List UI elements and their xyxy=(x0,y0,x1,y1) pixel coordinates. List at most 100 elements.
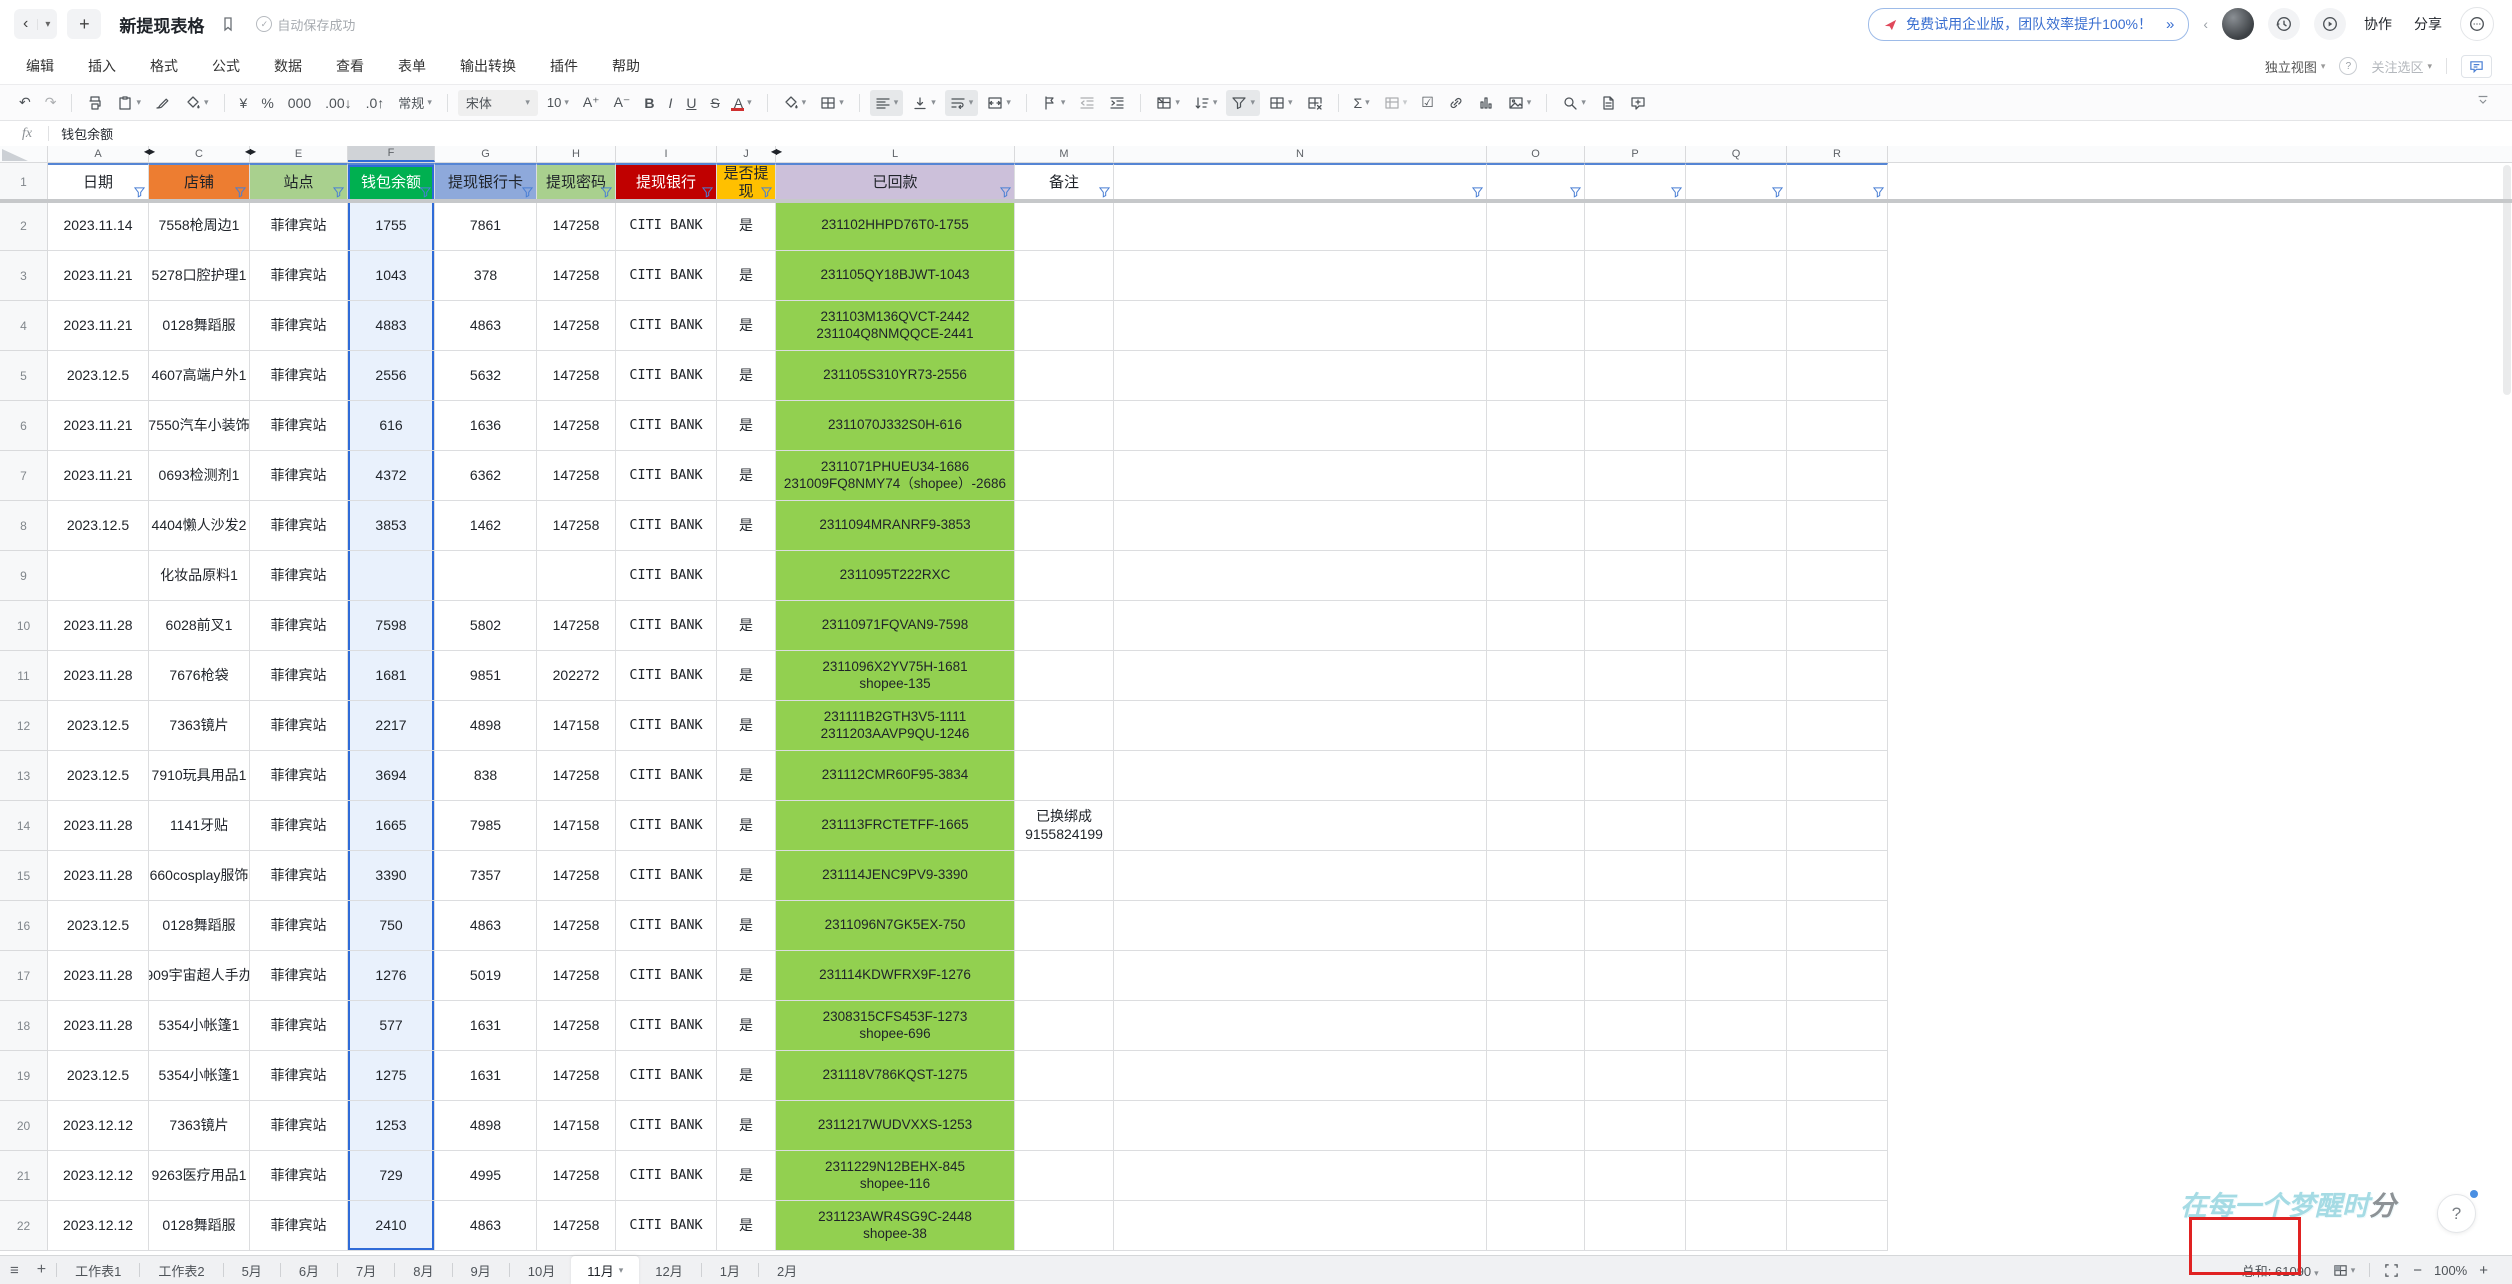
row-header-8[interactable]: 8 xyxy=(0,501,48,551)
cell-J16[interactable]: 是 xyxy=(717,901,776,951)
history-button[interactable] xyxy=(2268,8,2300,40)
cell-G18[interactable]: 1631 xyxy=(435,1001,537,1051)
cell-E10[interactable]: 菲律宾站 xyxy=(250,601,348,651)
cell-I20[interactable]: CITI BANK xyxy=(616,1101,717,1151)
cell-M20[interactable] xyxy=(1015,1101,1114,1151)
cell-F10[interactable]: 7598 xyxy=(348,601,435,651)
cell-E18[interactable]: 菲律宾站 xyxy=(250,1001,348,1051)
cell-J9[interactable] xyxy=(717,551,776,601)
cell-F2[interactable]: 1755 xyxy=(348,201,435,251)
cell-F5[interactable]: 2556 xyxy=(348,351,435,401)
cell-Q21[interactable] xyxy=(1686,1151,1787,1201)
cell-P14[interactable] xyxy=(1585,801,1686,851)
row-header-19[interactable]: 19 xyxy=(0,1051,48,1101)
add-comment-icon[interactable] xyxy=(1625,90,1651,116)
row-header-7[interactable]: 7 xyxy=(0,451,48,501)
cell-L5[interactable]: 231105S310YR73-2556 xyxy=(776,351,1015,401)
cell-C21[interactable]: 9263医疗用品1 xyxy=(149,1151,250,1201)
menu-格式[interactable]: 格式 xyxy=(150,56,178,76)
help-tip-icon[interactable]: ? xyxy=(2339,57,2358,75)
cell-C6[interactable]: 7550汽车小装饰 xyxy=(149,401,250,451)
cell-I5[interactable]: CITI BANK xyxy=(616,351,717,401)
cell-I9[interactable]: CITI BANK xyxy=(616,551,717,601)
cell-J13[interactable]: 是 xyxy=(717,751,776,801)
font-size-select[interactable]: 10 ▾ xyxy=(542,90,574,116)
cell-H9[interactable] xyxy=(537,551,616,601)
sheet-tab-工作表1[interactable]: 工作表1 xyxy=(59,1256,137,1284)
back-caret-icon[interactable]: ▾ xyxy=(37,18,57,30)
cell-H20[interactable]: 147158 xyxy=(537,1101,616,1151)
cell-G16[interactable]: 4863 xyxy=(435,901,537,951)
cell-E14[interactable]: 菲律宾站 xyxy=(250,801,348,851)
cell-H15[interactable]: 147258 xyxy=(537,851,616,901)
sheet-tab-7月[interactable]: 7月 xyxy=(340,1256,392,1284)
cell-J5[interactable]: 是 xyxy=(717,351,776,401)
cell-I8[interactable]: CITI BANK xyxy=(616,501,717,551)
cell-Q16[interactable] xyxy=(1686,901,1787,951)
cell-I18[interactable]: CITI BANK xyxy=(616,1001,717,1051)
column-header-L[interactable]: L xyxy=(776,146,1015,162)
cell-O11[interactable] xyxy=(1487,651,1585,701)
cell-N14[interactable] xyxy=(1114,801,1487,851)
cell-A14[interactable]: 2023.11.28 xyxy=(48,801,149,851)
cell-O5[interactable] xyxy=(1487,351,1585,401)
cell-R19[interactable] xyxy=(1787,1051,1888,1101)
cell-G4[interactable]: 4863 xyxy=(435,301,537,351)
cell-L9[interactable]: 2311095T222RXC xyxy=(776,551,1015,601)
column-header-Q[interactable]: Q xyxy=(1686,146,1787,162)
comment-panel-button[interactable] xyxy=(2461,54,2492,78)
cell-O12[interactable] xyxy=(1487,701,1585,751)
back-icon[interactable]: ‹ xyxy=(14,15,37,33)
indent-icon[interactable] xyxy=(1104,90,1130,116)
cell-N12[interactable] xyxy=(1114,701,1487,751)
fill-color-icon[interactable]: ▾ xyxy=(778,90,812,116)
sheet-tab-9月[interactable]: 9月 xyxy=(455,1256,507,1284)
cell-G15[interactable]: 7357 xyxy=(435,851,537,901)
cell-J21[interactable]: 是 xyxy=(717,1151,776,1201)
zoom-out-button[interactable]: − xyxy=(2413,1262,2422,1279)
cell-C13[interactable]: 7910玩具用品1 xyxy=(149,751,250,801)
cell-J12[interactable]: 是 xyxy=(717,701,776,751)
cell-O9[interactable] xyxy=(1487,551,1585,601)
cell-R17[interactable] xyxy=(1787,951,1888,1001)
sheet-tab-8月[interactable]: 8月 xyxy=(397,1256,449,1284)
stat-select-button[interactable]: ▾ xyxy=(2333,1263,2355,1278)
column-header-R[interactable]: R xyxy=(1787,146,1888,162)
filter-icon[interactable] xyxy=(1670,187,1683,198)
cell-I7[interactable]: CITI BANK xyxy=(616,451,717,501)
header-cell-I1[interactable]: 提现银行 xyxy=(616,163,717,201)
undo-icon[interactable]: ↶ xyxy=(14,90,36,116)
cell-R16[interactable] xyxy=(1787,901,1888,951)
cell-Q8[interactable] xyxy=(1686,501,1787,551)
cell-A6[interactable]: 2023.11.21 xyxy=(48,401,149,451)
cell-H4[interactable]: 147258 xyxy=(537,301,616,351)
cell-H3[interactable]: 147258 xyxy=(537,251,616,301)
cell-N4[interactable] xyxy=(1114,301,1487,351)
cell-M17[interactable] xyxy=(1015,951,1114,1001)
header-cell-P1[interactable] xyxy=(1585,163,1686,201)
cell-J14[interactable]: 是 xyxy=(717,801,776,851)
paint-format-icon[interactable] xyxy=(150,90,176,116)
data-validation-icon[interactable] xyxy=(1595,90,1621,116)
cell-E7[interactable]: 菲律宾站 xyxy=(250,451,348,501)
filter-icon[interactable] xyxy=(1569,187,1582,198)
cell-H5[interactable]: 147258 xyxy=(537,351,616,401)
cell-G22[interactable]: 4863 xyxy=(435,1201,537,1251)
link-icon[interactable] xyxy=(1443,90,1469,116)
header-cell-C1[interactable]: 店铺 xyxy=(149,163,250,201)
bookmark-icon[interactable] xyxy=(220,16,236,32)
cell-J8[interactable]: 是 xyxy=(717,501,776,551)
cell-E20[interactable]: 菲律宾站 xyxy=(250,1101,348,1151)
sheet-tab-6月[interactable]: 6月 xyxy=(283,1256,335,1284)
column-header-F[interactable]: F xyxy=(348,146,435,162)
filter-icon[interactable] xyxy=(1098,187,1111,198)
cell-J7[interactable]: 是 xyxy=(717,451,776,501)
header-cell-H1[interactable]: 提现密码 xyxy=(537,163,616,201)
cell-O14[interactable] xyxy=(1487,801,1585,851)
cell-O19[interactable] xyxy=(1487,1051,1585,1101)
select-all-corner[interactable] xyxy=(0,146,48,162)
row-header-1[interactable]: 1 xyxy=(0,163,48,201)
v-align-icon[interactable]: ▾ xyxy=(907,90,941,116)
filter-icon[interactable]: ▾ xyxy=(1226,89,1260,116)
fill-bucket-icon[interactable]: ▾ xyxy=(180,90,214,116)
